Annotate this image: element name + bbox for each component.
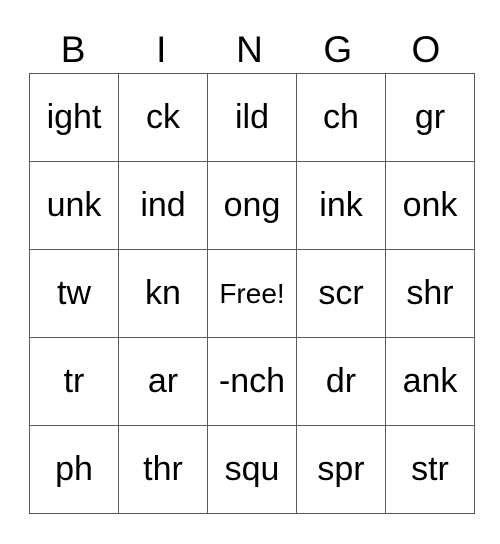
- header-letter-i: I: [156, 29, 167, 70]
- bingo-cell[interactable]: ank: [385, 337, 475, 426]
- bingo-cell[interactable]: tw: [29, 249, 119, 338]
- bingo-row: tr ar -nch dr ank: [29, 337, 475, 426]
- header-letter-b: B: [60, 29, 86, 70]
- bingo-cell[interactable]: ink: [296, 161, 386, 250]
- bingo-row: ight ck ild ch gr: [29, 73, 475, 162]
- header-letter-g: G: [323, 29, 353, 70]
- bingo-cell[interactable]: tr: [29, 337, 119, 426]
- bingo-cell[interactable]: ck: [118, 73, 208, 162]
- bingo-cell[interactable]: gr: [385, 73, 475, 162]
- bingo-cell[interactable]: ight: [29, 73, 119, 162]
- bingo-cell[interactable]: shr: [385, 249, 475, 338]
- bingo-cell[interactable]: -nch: [207, 337, 297, 426]
- bingo-cell[interactable]: ch: [296, 73, 386, 162]
- bingo-cell[interactable]: str: [385, 425, 475, 514]
- bingo-cell[interactable]: squ: [207, 425, 297, 514]
- bingo-cell[interactable]: ar: [118, 337, 208, 426]
- bingo-cell[interactable]: ong: [207, 161, 297, 250]
- header-letter-o: O: [411, 29, 441, 70]
- header-letter-n: N: [236, 29, 263, 70]
- bingo-grid: ight ck ild ch gr unk ind ong ink onk tw…: [29, 73, 475, 514]
- bingo-cell[interactable]: spr: [296, 425, 386, 514]
- bingo-cell[interactable]: ind: [118, 161, 208, 250]
- free-space-cell[interactable]: Free!: [207, 249, 297, 338]
- bingo-cell[interactable]: onk: [385, 161, 475, 250]
- bingo-row: unk ind ong ink onk: [29, 161, 475, 250]
- bingo-cell[interactable]: dr: [296, 337, 386, 426]
- bingo-cell[interactable]: unk: [29, 161, 119, 250]
- bingo-row: tw kn Free! scr shr: [29, 249, 475, 338]
- bingo-cell[interactable]: thr: [118, 425, 208, 514]
- bingo-header: B I N G O: [29, 28, 470, 72]
- bingo-row: ph thr squ spr str: [29, 425, 475, 514]
- bingo-cell[interactable]: kn: [118, 249, 208, 338]
- bingo-cell[interactable]: ild: [207, 73, 297, 162]
- bingo-cell[interactable]: scr: [296, 249, 386, 338]
- bingo-cell[interactable]: ph: [29, 425, 119, 514]
